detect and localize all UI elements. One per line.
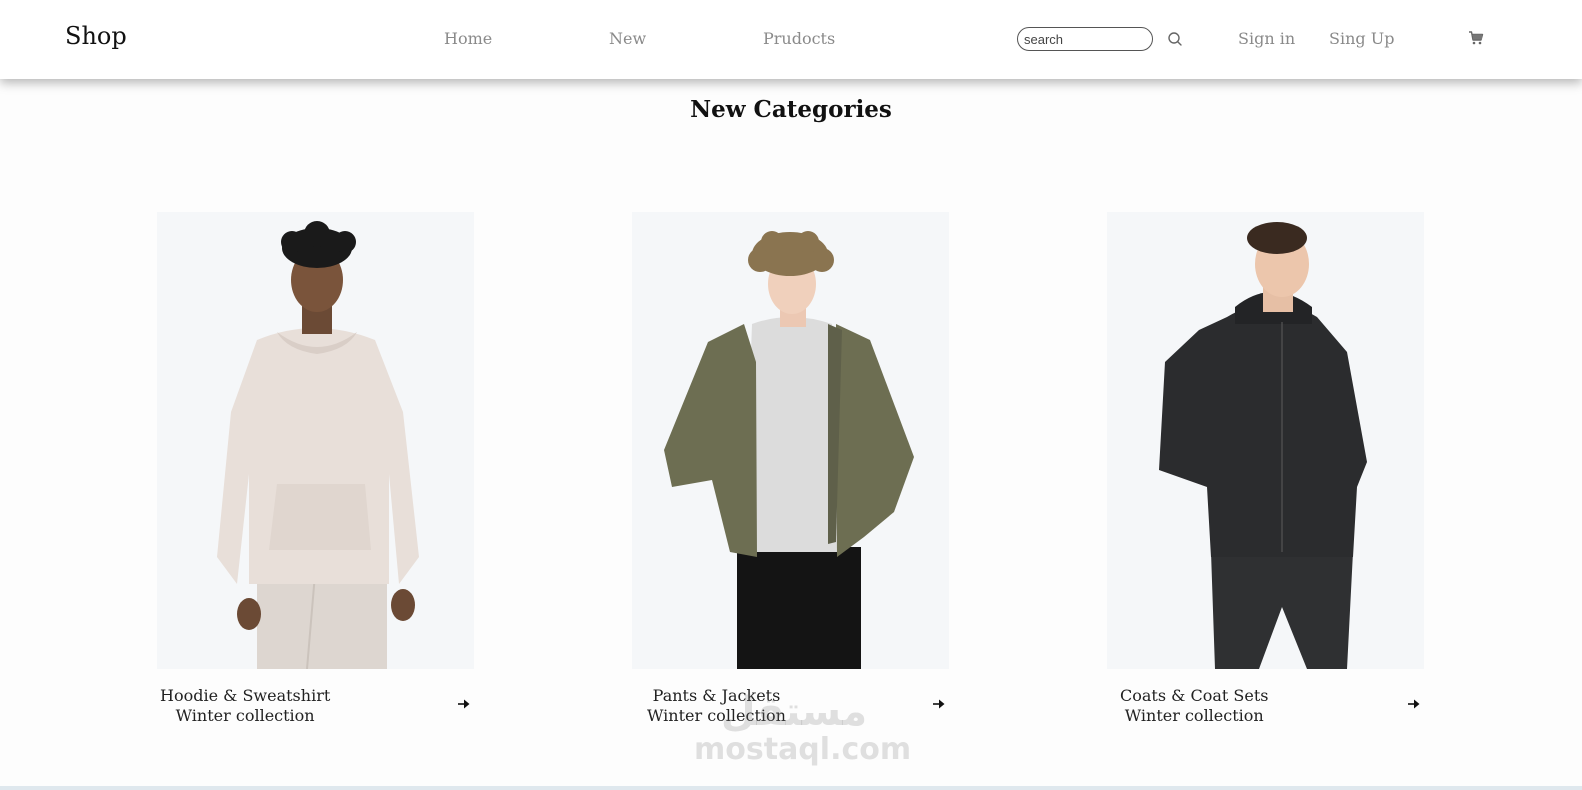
model-hoodie-image xyxy=(217,221,419,669)
category-image[interactable] xyxy=(632,212,949,669)
category-text: Hoodie & Sweatshirt Winter collection xyxy=(160,686,330,726)
model-coat-image xyxy=(1159,222,1367,669)
arrow-right-icon[interactable] xyxy=(1407,698,1421,710)
category-image[interactable] xyxy=(1107,212,1424,669)
bottom-edge-bar xyxy=(0,786,1582,790)
nav-products-link[interactable]: Prudocts xyxy=(763,29,835,48)
category-subtitle: Winter collection xyxy=(175,706,315,725)
search-icon[interactable] xyxy=(1167,31,1183,47)
sign-in-link[interactable]: Sign in xyxy=(1238,29,1295,48)
category-subtitle: Winter collection xyxy=(1124,706,1264,725)
category-card-coats[interactable]: Coats & Coat Sets Winter collection xyxy=(1107,212,1424,725)
sign-up-link[interactable]: Sing Up xyxy=(1329,29,1394,48)
shop-logo[interactable]: Shop xyxy=(65,22,127,50)
model-jacket-image xyxy=(664,231,914,669)
section-title: New Categories xyxy=(690,96,892,123)
category-text: Coats & Coat Sets Winter collection xyxy=(1120,686,1268,726)
category-title: Coats & Coat Sets xyxy=(1120,686,1269,705)
watermark-latin-text: mostaql.com xyxy=(694,732,912,767)
top-navbar: Shop Home New Prudocts Sign in Sing Up xyxy=(0,0,1582,79)
mostaql-watermark: مستقل mostaql.com xyxy=(694,689,912,767)
search-input[interactable] xyxy=(1017,27,1153,51)
cart-icon[interactable] xyxy=(1468,30,1484,46)
arrow-right-icon[interactable] xyxy=(932,698,946,710)
category-image[interactable] xyxy=(157,212,474,669)
category-title: Hoodie & Sweatshirt xyxy=(160,686,331,705)
arrow-right-icon[interactable] xyxy=(457,698,471,710)
nav-home-link[interactable]: Home xyxy=(444,29,492,48)
watermark-arabic-text: مستقل xyxy=(720,689,868,735)
category-card-hoodies[interactable]: Hoodie & Sweatshirt Winter collection xyxy=(157,212,474,725)
category-card-pants-jackets[interactable]: Pants & Jackets Winter collection xyxy=(632,212,949,725)
nav-new-link[interactable]: New xyxy=(609,29,646,48)
